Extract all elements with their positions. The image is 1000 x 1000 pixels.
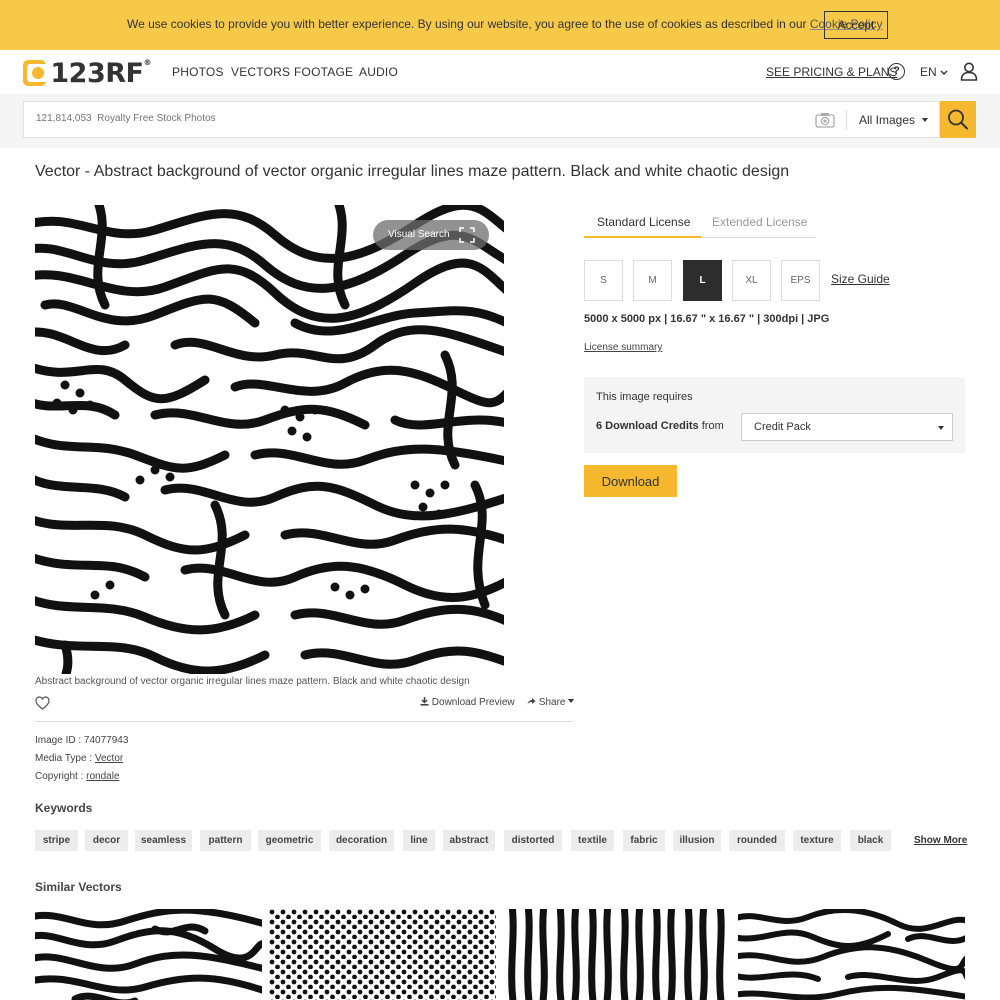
cookie-text: We use cookies to provide you with bette… [127, 17, 807, 31]
thumbnail-image [269, 909, 496, 1000]
language-selector[interactable]: EN [920, 65, 948, 79]
search-icon [948, 109, 968, 130]
logo-icon [23, 60, 50, 86]
keyword-tag[interactable]: decoration [329, 830, 394, 851]
media-type-link[interactable]: Vector [95, 753, 123, 764]
credits-info: 6 Download Credits from [596, 420, 724, 432]
keyword-tag[interactable]: decor [85, 830, 128, 851]
download-button[interactable]: Download [584, 465, 677, 497]
size-s-button[interactable]: S [584, 260, 623, 301]
divider [35, 721, 573, 722]
similar-heading: Similar Vectors [35, 880, 122, 894]
visual-search-label: Visual Search [388, 229, 450, 240]
user-icon[interactable] [960, 62, 978, 81]
thumbnail-image [738, 909, 965, 1000]
caret-down-icon [922, 118, 928, 122]
logo[interactable]: 123RF® [23, 57, 151, 89]
cookie-message: We use cookies to provide you with bette… [127, 17, 883, 31]
nav-footage[interactable]: FOOTAGE [294, 65, 353, 79]
search-divider [846, 110, 847, 130]
pricing-link[interactable]: SEE PRICING & PLANS [766, 65, 897, 79]
tab-extended-license[interactable]: Extended License [712, 215, 807, 229]
keyword-tag[interactable]: fabric [623, 830, 665, 851]
size-l-button[interactable]: L [683, 260, 722, 301]
search-button[interactable] [940, 101, 976, 138]
image-caption: Abstract background of vector organic ir… [35, 676, 470, 687]
keyword-tag[interactable]: illusion [673, 830, 721, 851]
active-tab-indicator [584, 236, 701, 238]
tab-standard-license[interactable]: Standard License [597, 215, 690, 229]
nav-vectors[interactable]: VECTORS [231, 65, 290, 79]
cookie-banner: We use cookies to provide you with bette… [0, 0, 1000, 50]
search-input[interactable] [36, 113, 796, 124]
expand-icon [459, 227, 475, 243]
help-icon[interactable]: ? [888, 63, 905, 80]
heart-icon[interactable] [35, 696, 50, 710]
keyword-tag[interactable]: abstract [443, 830, 495, 851]
size-eps-button[interactable]: EPS [781, 260, 820, 301]
tab-underline [701, 237, 816, 238]
keyword-tag[interactable]: black [850, 830, 891, 851]
keyword-tag[interactable]: line [403, 830, 435, 851]
similar-thumbnail[interactable] [269, 909, 496, 1000]
page-title: Vector - Abstract background of vector o… [35, 163, 790, 180]
keyword-tag[interactable]: pattern [200, 830, 251, 851]
license-summary-link[interactable]: License summary [584, 342, 662, 353]
similar-thumbnail[interactable] [738, 909, 965, 1000]
similar-thumbnail[interactable] [35, 909, 262, 1000]
image-specs: 5000 x 5000 px | 16.67 " x 16.67 " | 300… [584, 313, 830, 325]
keyword-tag[interactable]: distorted [504, 830, 562, 851]
credit-pack-value: Credit Pack [754, 421, 811, 433]
maze-pattern-image [35, 205, 504, 674]
keywords-heading: Keywords [35, 801, 93, 815]
caret-down-icon [568, 699, 575, 703]
keyword-tag[interactable]: stripe [35, 830, 78, 851]
media-type-row: Media Type : Vector [35, 753, 124, 764]
size-xl-button[interactable]: XL [732, 260, 771, 301]
copyright-row: Copyright : rondale [35, 771, 120, 782]
download-icon [420, 697, 429, 706]
image-type-select[interactable]: All Images [859, 113, 915, 127]
logo-text: 123RF® [50, 57, 151, 89]
thumbnail-image [35, 909, 262, 1000]
keyword-tag[interactable]: rounded [729, 830, 785, 851]
size-guide-link[interactable]: Size Guide [831, 272, 890, 286]
main-image[interactable] [35, 205, 504, 674]
credit-pack-select[interactable]: Credit Pack [741, 413, 953, 441]
show-more-link[interactable]: Show More [914, 835, 967, 846]
caret-down-icon [938, 426, 944, 430]
keyword-tag[interactable]: seamless [135, 830, 192, 851]
camera-icon[interactable] [815, 112, 835, 128]
keyword-tag[interactable]: geometric [258, 830, 321, 851]
accept-cookies-button[interactable]: Accept [824, 11, 888, 39]
share-button[interactable]: Share [527, 697, 575, 708]
keyword-tag[interactable]: texture [793, 830, 841, 851]
thumbnail-image [508, 909, 725, 1000]
share-icon [527, 698, 536, 705]
download-preview-link[interactable]: Download Preview [420, 697, 515, 708]
image-id-value: 74077943 [83, 735, 129, 746]
requires-label: This image requires [596, 391, 693, 403]
image-id-row: Image ID : 74077943 [35, 735, 129, 746]
keyword-tag[interactable]: textile [571, 830, 614, 851]
size-m-button[interactable]: M [633, 260, 672, 301]
chevron-down-icon [940, 70, 948, 75]
copyright-link[interactable]: rondale [86, 771, 119, 782]
nav-photos[interactable]: PHOTOS [172, 65, 224, 79]
nav-audio[interactable]: AUDIO [359, 65, 398, 79]
similar-thumbnail[interactable] [504, 909, 731, 1000]
visual-search-button[interactable]: Visual Search [373, 220, 489, 250]
